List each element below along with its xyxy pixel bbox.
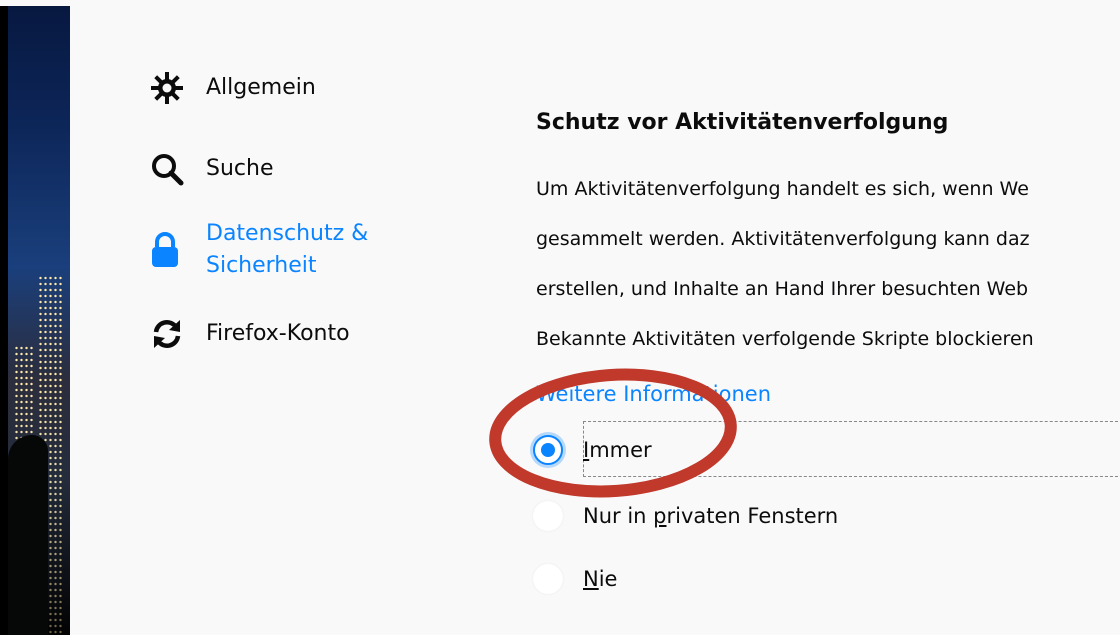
- radio-label-rest: rivaten Fenstern: [666, 504, 839, 528]
- lock-icon: [150, 218, 186, 282]
- learn-more-link[interactable]: Weitere Informationen: [536, 382, 771, 406]
- description-line: gesammelt werden. Aktivitätenverfolgung …: [536, 228, 1030, 250]
- sidebar-item-label: Suche: [206, 156, 274, 181]
- radio-label-rest: ie: [598, 567, 618, 591]
- access-key: N: [583, 567, 599, 591]
- description-line: erstellen, und Inhalte an Hand Ihrer bes…: [536, 278, 1029, 300]
- screen-edge: [0, 0, 8, 635]
- search-icon: [150, 153, 186, 186]
- radio-label: Nie: [583, 567, 617, 591]
- desktop-wallpaper: [0, 0, 70, 635]
- sidebar-item-label: Firefox-Konto: [206, 321, 350, 346]
- sidebar-item-firefox-account[interactable]: Firefox-Konto: [150, 318, 350, 350]
- sidebar-item-general[interactable]: Allgemein: [150, 72, 316, 104]
- sidebar-item-label-line1: Datenschutz &: [206, 221, 369, 246]
- radio-dot: [541, 443, 555, 457]
- radio-option-always[interactable]: Immer: [533, 435, 652, 465]
- radio-option-never[interactable]: Nie: [533, 564, 617, 594]
- access-key: p: [653, 504, 667, 528]
- sidebar-item-search[interactable]: Suche: [150, 153, 274, 186]
- gear-icon: [150, 72, 186, 104]
- sidebar-item-label: Allgemein: [206, 75, 316, 100]
- radio-label: Immer: [583, 438, 652, 462]
- radio-label-rest: mmer: [589, 438, 652, 462]
- radio-label-prefix: Nur in: [583, 504, 654, 528]
- radio-button[interactable]: [533, 435, 563, 465]
- sidebar-item-label-line2: Sicherheit: [206, 253, 317, 278]
- description-line: Bekannte Aktivitäten verfolgende Skripte…: [536, 328, 1034, 350]
- section-title: Schutz vor Aktivitätenverfolgung: [536, 110, 949, 135]
- sidebar-item-label: Datenschutz & Sicherheit: [206, 218, 368, 282]
- sync-icon: [150, 318, 186, 350]
- radio-button[interactable]: [533, 501, 563, 531]
- radio-label: Nur in privaten Fenstern: [583, 504, 838, 528]
- radio-button[interactable]: [533, 564, 563, 594]
- sidebar-item-privacy[interactable]: Datenschutz & Sicherheit: [150, 218, 368, 282]
- tree-silhouette: [8, 435, 48, 635]
- description-line: Um Aktivitätenverfolgung handelt es sich…: [536, 178, 1029, 200]
- focus-ring: [583, 421, 1120, 477]
- radio-option-private-windows[interactable]: Nur in privaten Fenstern: [533, 501, 838, 531]
